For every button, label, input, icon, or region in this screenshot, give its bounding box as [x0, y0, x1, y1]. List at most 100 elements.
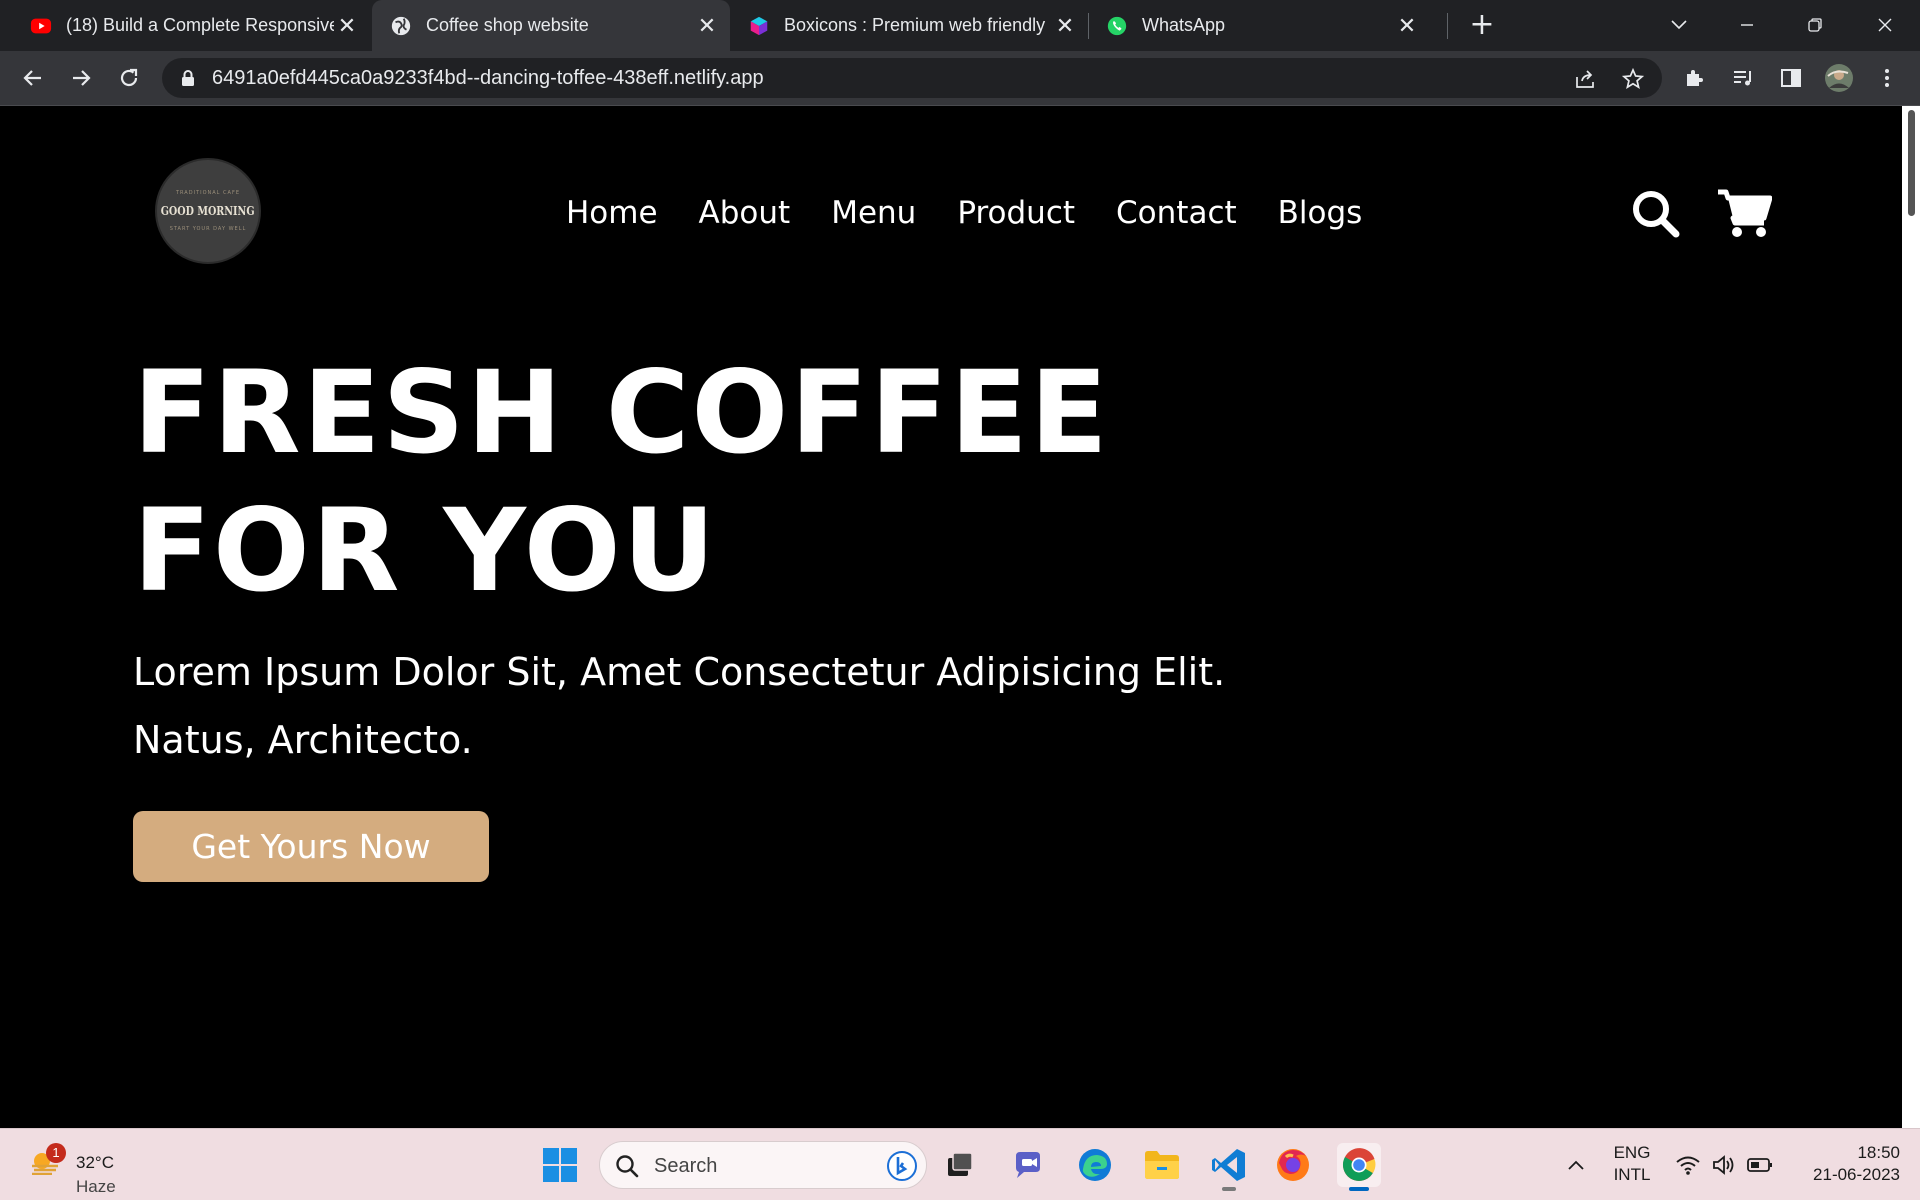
- browser-tab-bar: (18) Build a Complete Responsive ✕ Coffe…: [0, 0, 1920, 51]
- nav-link-contact[interactable]: Contact: [1116, 191, 1237, 235]
- nav-link-menu[interactable]: Menu: [831, 191, 916, 235]
- language-code: ENG: [1613, 1143, 1651, 1162]
- tab-search-button[interactable]: [1654, 8, 1704, 42]
- network-button[interactable]: [1674, 1151, 1702, 1179]
- reload-button[interactable]: [114, 63, 144, 93]
- extensions-button[interactable]: [1680, 63, 1710, 93]
- browser-menu-button[interactable]: [1872, 63, 1902, 93]
- active-indicator: [1349, 1187, 1369, 1191]
- puzzle-icon: [1687, 70, 1703, 86]
- hero-text-line-2: Natus, Architecto.: [133, 718, 473, 762]
- forward-button[interactable]: [66, 63, 96, 93]
- tab-title: WhatsApp: [1142, 15, 1226, 35]
- cart-button[interactable]: [1716, 186, 1772, 242]
- tab-title: Boxicons : Premium web friendly: [784, 15, 1046, 35]
- search-icon: [1633, 191, 1680, 238]
- main-nav: Home About Menu Product Contact Blogs: [566, 191, 1362, 235]
- tab-coffee-shop[interactable]: Coffee shop website ✕: [372, 0, 730, 51]
- lock-icon: [182, 70, 194, 86]
- teams-chat-icon: [1016, 1152, 1040, 1178]
- teams-chat-button[interactable]: [1007, 1143, 1051, 1187]
- tab-close-button[interactable]: ✕: [694, 13, 720, 39]
- address-bar[interactable]: 6491a0efd445ca0a9233f4bd--dancing-toffee…: [162, 58, 1662, 98]
- logo-top-text: TRADITIONAL CAFE: [175, 190, 241, 196]
- logo-main-text: GOOD MORNING: [161, 204, 255, 218]
- clock-button[interactable]: 18:50 21-06-2023: [1786, 1143, 1900, 1185]
- bookmark-button[interactable]: [1620, 66, 1646, 92]
- running-indicator: [1222, 1187, 1236, 1191]
- tab-title: (18) Build a Complete Responsive: [66, 15, 334, 35]
- star-icon: [1622, 68, 1644, 89]
- side-panel-button[interactable]: [1776, 63, 1806, 93]
- minimize-button[interactable]: [1722, 8, 1772, 42]
- bing-icon: [887, 1151, 917, 1181]
- share-icon: [1576, 70, 1594, 88]
- vscode-icon: [1212, 1149, 1245, 1181]
- share-button[interactable]: [1572, 66, 1598, 92]
- restore-button[interactable]: [1790, 8, 1840, 42]
- clock-time: 18:50: [1857, 1143, 1900, 1162]
- start-button[interactable]: [538, 1143, 582, 1187]
- nav-link-blogs[interactable]: Blogs: [1278, 191, 1363, 235]
- tab-close-button[interactable]: ✕: [1394, 13, 1420, 39]
- cart-icon: [1718, 189, 1772, 237]
- hero-text-line-1: Lorem Ipsum Dolor Sit, Amet Consectetur …: [133, 650, 1226, 694]
- file-explorer-icon: [1145, 1151, 1179, 1179]
- weather-widget[interactable]: 1 32°C Haze: [24, 1141, 134, 1196]
- tab-close-button[interactable]: ✕: [1052, 13, 1078, 39]
- task-view-icon: [948, 1152, 973, 1176]
- tab-youtube[interactable]: (18) Build a Complete Responsive ✕: [0, 0, 370, 51]
- weather-badge: 1: [46, 1143, 66, 1163]
- nav-link-about[interactable]: About: [699, 191, 791, 235]
- battery-button[interactable]: [1746, 1151, 1774, 1179]
- volume-button[interactable]: [1710, 1151, 1738, 1179]
- chevron-down-icon: [1671, 20, 1687, 30]
- close-window-button[interactable]: [1860, 8, 1910, 42]
- tab-boxicons[interactable]: Boxicons : Premium web friendly ✕: [732, 0, 1088, 51]
- tab-separator: [1447, 13, 1448, 39]
- tab-whatsapp[interactable]: WhatsApp ✕: [1090, 0, 1430, 51]
- boxicons-icon: [750, 16, 768, 35]
- hero-description: Lorem Ipsum Dolor Sit, Amet Consectetur …: [133, 638, 1225, 774]
- get-yours-now-button[interactable]: Get Yours Now: [133, 811, 489, 882]
- arrow-right-icon: [73, 70, 91, 86]
- minimize-icon: [1741, 24, 1753, 26]
- chrome-button[interactable]: [1337, 1143, 1381, 1191]
- kebab-menu-icon: [1885, 69, 1889, 87]
- back-button[interactable]: [18, 63, 48, 93]
- hero-title-line-2: FOR YOU: [133, 484, 718, 617]
- media-control-button[interactable]: [1728, 63, 1758, 93]
- show-hidden-icons-button[interactable]: [1562, 1151, 1590, 1179]
- side-panel-icon: [1781, 69, 1801, 87]
- arrow-left-icon: [23, 70, 41, 86]
- scrollbar-thumb[interactable]: [1908, 110, 1915, 216]
- reload-icon: [120, 68, 138, 87]
- edge-icon: [1079, 1149, 1111, 1181]
- globe-icon: [391, 16, 411, 35]
- browser-toolbar: 6491a0efd445ca0a9233f4bd--dancing-toffee…: [0, 51, 1920, 106]
- playlist-icon: [1734, 71, 1751, 86]
- nav-link-home[interactable]: Home: [566, 191, 658, 235]
- file-explorer-button[interactable]: [1140, 1143, 1184, 1187]
- whatsapp-icon: [1107, 16, 1127, 35]
- site-logo[interactable]: TRADITIONAL CAFE GOOD MORNING START YOUR…: [155, 158, 261, 264]
- tab-close-button[interactable]: ✕: [334, 13, 360, 39]
- firefox-button[interactable]: [1271, 1143, 1315, 1187]
- speaker-icon: [1713, 1155, 1734, 1175]
- hero-title-line-1: FRESH COFFEE: [133, 346, 1110, 479]
- tab-title: Coffee shop website: [426, 15, 589, 35]
- tab-separator: [1088, 13, 1089, 39]
- vscode-button[interactable]: [1207, 1143, 1251, 1191]
- weather-condition: Haze: [76, 1177, 116, 1196]
- new-tab-button[interactable]: +: [1466, 10, 1498, 42]
- edge-button[interactable]: [1073, 1143, 1117, 1187]
- profile-avatar[interactable]: [1824, 63, 1854, 93]
- nav-link-product[interactable]: Product: [957, 191, 1075, 235]
- task-view-button[interactable]: [938, 1143, 982, 1187]
- youtube-icon: [30, 18, 52, 33]
- taskbar-search[interactable]: Search: [599, 1141, 927, 1189]
- keyboard-layout: INTL: [1613, 1165, 1651, 1184]
- page-scrollbar[interactable]: [1902, 106, 1920, 1128]
- input-language-button[interactable]: ENG INTL: [1604, 1143, 1660, 1185]
- site-search-button[interactable]: [1628, 186, 1684, 242]
